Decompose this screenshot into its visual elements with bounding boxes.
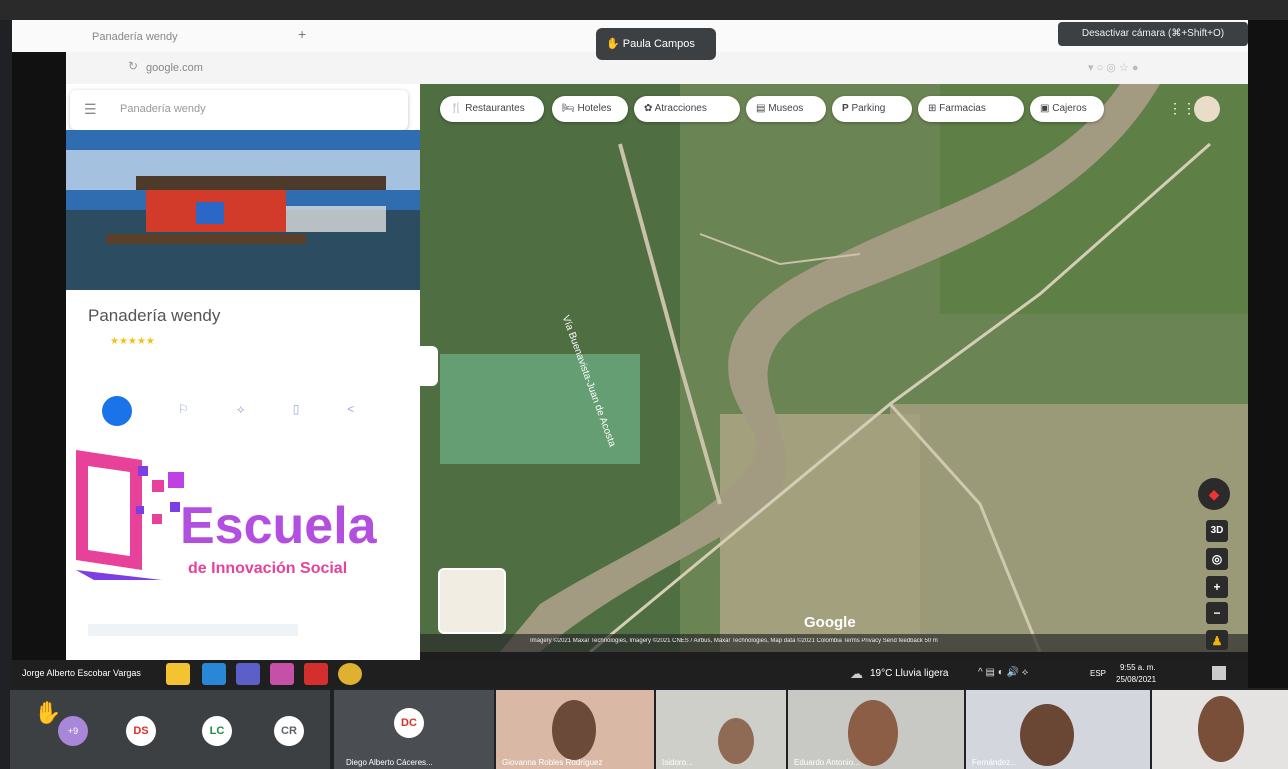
extensions-icons[interactable]: ▾ ○ ◎ ☆ ● bbox=[1088, 61, 1218, 75]
directions-button[interactable] bbox=[102, 396, 132, 426]
teams-icon[interactable] bbox=[236, 663, 260, 685]
account-avatar[interactable] bbox=[1194, 96, 1220, 122]
chip-hotels[interactable]: 🛏 Hoteles bbox=[552, 96, 628, 122]
cloud-icon: ☁ bbox=[850, 666, 863, 681]
screen-left-margin bbox=[12, 52, 66, 664]
chip-pharmacies[interactable]: ⊞ Farmacias bbox=[918, 96, 1024, 122]
participant-face bbox=[552, 700, 596, 760]
apps-grid-icon[interactable]: ⋮⋮ bbox=[1168, 100, 1196, 117]
notifications-icon[interactable] bbox=[1212, 666, 1226, 680]
participant-face bbox=[848, 700, 898, 766]
participant-face bbox=[1020, 704, 1074, 766]
participant-name-dc: Diego Alberto Cáceres... bbox=[346, 758, 433, 767]
participant-avatar-lc[interactable]: LC bbox=[202, 716, 232, 746]
google-logo: Google bbox=[804, 614, 856, 631]
zoom-in-button[interactable]: + bbox=[1206, 576, 1228, 598]
zoom-out-button[interactable]: − bbox=[1206, 602, 1228, 624]
participant-face bbox=[718, 718, 754, 764]
browser-tab[interactable]: Panadería wendy bbox=[78, 24, 318, 50]
outlook-icon[interactable] bbox=[202, 663, 226, 685]
acrobat-icon[interactable] bbox=[304, 663, 328, 685]
video-tile-3[interactable]: Eduardo Antonio... bbox=[788, 690, 964, 769]
participant-name-4: Fernández... bbox=[972, 758, 1017, 767]
address-bar[interactable]: google.com bbox=[146, 58, 446, 78]
school-logo: Escuela de Innovación Social bbox=[72, 440, 422, 590]
top-bezel bbox=[0, 0, 1288, 20]
participant-name-1: Giovanna Robles Rodríguez bbox=[502, 758, 603, 767]
satellite-map[interactable]: 🍴 Restaurantes 🛏 Hoteles ✿ Atracciones ▤… bbox=[420, 84, 1248, 652]
chip-parking-label: Parking bbox=[851, 103, 886, 114]
map-imagery bbox=[420, 84, 1248, 652]
camera-tooltip: Desactivar cámara (⌘+Shift+O) bbox=[1058, 22, 1248, 46]
participants-strip: ✋ +9 DS LC CR DC Diego Alberto Cáceres..… bbox=[0, 688, 1288, 769]
self-tile[interactable]: ✋ +9 DS LC CR bbox=[10, 690, 330, 769]
logo-mark bbox=[76, 450, 184, 580]
explorer-icon[interactable] bbox=[166, 663, 190, 685]
action-icons[interactable]: ⚐⟡▯< bbox=[178, 402, 402, 417]
menu-icon[interactable]: ☰ bbox=[84, 101, 97, 118]
screen-right-margin bbox=[1248, 20, 1288, 688]
search-box[interactable]: ☰ Panadería wendy bbox=[70, 90, 408, 130]
chip-attractions-label: Atracciones bbox=[654, 103, 707, 114]
participant-face bbox=[1198, 696, 1244, 762]
clock-date[interactable]: 25/08/2021 bbox=[1116, 675, 1156, 684]
my-location-icon[interactable]: ◎ bbox=[1206, 548, 1228, 570]
collapse-panel-tab[interactable] bbox=[420, 346, 438, 386]
chip-parking[interactable]: P Parking bbox=[832, 96, 912, 122]
chip-museums-label: Museos bbox=[768, 103, 804, 114]
compass-icon[interactable]: ◆ bbox=[1198, 478, 1230, 510]
reload-icon[interactable]: ↻ bbox=[128, 59, 138, 73]
chrome-icon[interactable] bbox=[338, 663, 362, 685]
layers-thumbnail[interactable] bbox=[438, 568, 506, 634]
logo-subtitle: de Innovación Social bbox=[188, 560, 348, 577]
rating-stars: ★★★★★ bbox=[110, 336, 155, 347]
raised-hand-icon: ✋ bbox=[606, 38, 620, 50]
video-tile-4[interactable]: Fernández... bbox=[966, 690, 1150, 769]
chip-pharmacies-label: Farmacias bbox=[939, 103, 986, 114]
logo-title: Escuela bbox=[180, 497, 377, 555]
chip-restaurants-label: Restaurantes bbox=[465, 103, 525, 114]
new-tab-button[interactable]: + bbox=[298, 26, 306, 42]
chip-atm-label: Cajeros bbox=[1052, 103, 1087, 114]
tray-icons[interactable]: ^ ▤ ◐ 🔊 ⟡ bbox=[978, 667, 1028, 678]
video-tile-1[interactable]: Giovanna Robles Rodríguez bbox=[496, 690, 654, 769]
chip-atm[interactable]: ▣ Cajeros bbox=[1030, 96, 1104, 122]
video-tile-5[interactable] bbox=[1152, 690, 1288, 769]
participant-avatar-ds[interactable]: DS bbox=[126, 716, 156, 746]
more-participants-avatar: +9 bbox=[58, 716, 88, 746]
place-photo bbox=[66, 130, 420, 290]
map-attribution: Imagery ©2021 Maxar Technologies, Imager… bbox=[530, 638, 938, 644]
weather-text[interactable]: 19°C Lluvia ligera bbox=[870, 668, 949, 679]
participant-tile-dc[interactable]: DC Diego Alberto Cáceres... bbox=[334, 690, 494, 769]
clock-time[interactable]: 9:55 a. m. bbox=[1120, 663, 1156, 672]
raised-hand-icon-self: ✋ bbox=[34, 700, 62, 725]
view-3d-button[interactable]: 3D bbox=[1206, 520, 1228, 542]
language-indicator[interactable]: ESP bbox=[1090, 669, 1106, 678]
chip-museums[interactable]: ▤ Museos bbox=[746, 96, 826, 122]
presenter-name: Paula Campos bbox=[622, 38, 695, 50]
windows-taskbar: Jorge Alberto Escobar Vargas ☁ 19°C Lluv… bbox=[12, 660, 1248, 688]
chip-attractions[interactable]: ✿ Atracciones bbox=[634, 96, 740, 122]
meet-icon[interactable] bbox=[270, 663, 294, 685]
search-input[interactable]: Panadería wendy bbox=[120, 103, 206, 115]
participant-name-2: Isidoro... bbox=[662, 758, 693, 767]
chip-hotels-label: Hoteles bbox=[577, 103, 612, 114]
info-row bbox=[88, 624, 298, 636]
participant-name-3: Eduardo Antonio... bbox=[794, 758, 860, 767]
self-name-label: Jorge Alberto Escobar Vargas bbox=[22, 668, 141, 678]
video-tile-2[interactable]: Isidoro... bbox=[656, 690, 786, 769]
presenter-banner: ✋ Paula Campos bbox=[596, 28, 716, 60]
shared-screen: Panadería wendy + ↻ google.com ▾ ○ ◎ ☆ ●… bbox=[12, 20, 1248, 688]
participant-avatar-dc: DC bbox=[394, 708, 424, 738]
chip-restaurants[interactable]: 🍴 Restaurantes bbox=[440, 96, 544, 122]
place-name: Panadería wendy bbox=[88, 306, 221, 325]
participant-avatar-cr[interactable]: CR bbox=[274, 716, 304, 746]
